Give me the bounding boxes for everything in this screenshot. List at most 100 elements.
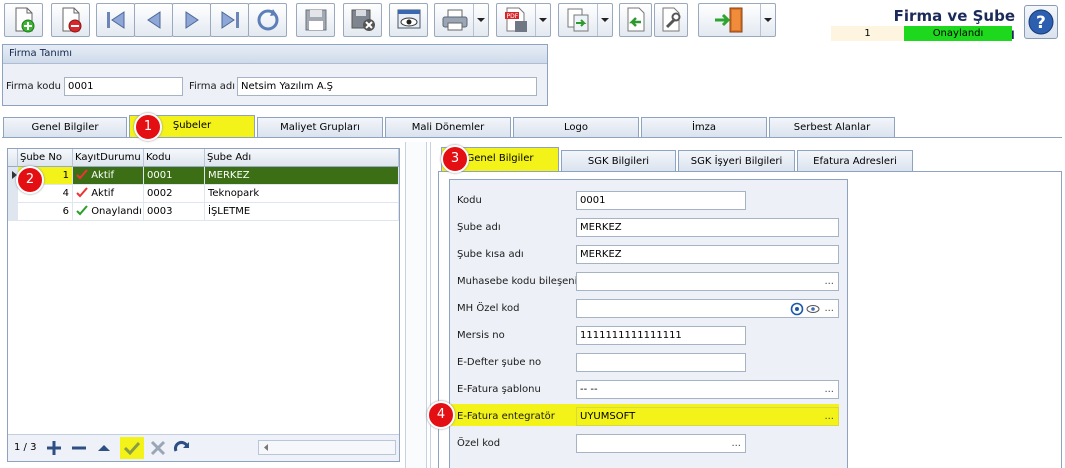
print-dropdown-arrow[interactable] bbox=[473, 4, 488, 36]
print-button[interactable] bbox=[434, 3, 489, 37]
header-sube-no[interactable]: Şube No bbox=[18, 149, 73, 167]
efatura-entegrator-input[interactable]: UYUMSOFT ... bbox=[576, 407, 839, 426]
panel-splitter[interactable] bbox=[405, 142, 427, 468]
save-button[interactable] bbox=[296, 3, 335, 37]
mh-ozel-kod-input[interactable]: ... bbox=[576, 299, 839, 318]
firma-code-input[interactable]: 0001 bbox=[64, 77, 183, 96]
first-record-button[interactable] bbox=[96, 3, 135, 37]
table-row-1-status[interactable]: Aktif bbox=[73, 167, 144, 185]
tab-logo[interactable]: Logo bbox=[513, 117, 639, 138]
confirm-edit-icon[interactable] bbox=[120, 437, 144, 459]
back-button[interactable] bbox=[619, 3, 652, 37]
delete-doc-icon bbox=[62, 7, 81, 33]
remove-row-icon[interactable] bbox=[71, 440, 87, 456]
move-up-icon[interactable] bbox=[96, 440, 112, 456]
ellipsis-button[interactable]: ... bbox=[824, 408, 834, 425]
check-red-icon bbox=[76, 187, 88, 198]
at-sign-icon[interactable] bbox=[790, 302, 804, 316]
table-row-3-no[interactable]: 6 bbox=[18, 203, 73, 221]
new-button[interactable] bbox=[4, 3, 43, 37]
record-counter: 1 / 3 bbox=[14, 442, 37, 453]
table-row-1-code[interactable]: 0001 bbox=[144, 167, 205, 185]
scroll-left-icon bbox=[264, 444, 268, 451]
edefter-sube-no-label: E-Defter şube no bbox=[457, 357, 542, 368]
tab-mali-donemler[interactable]: Mali Dönemler bbox=[385, 117, 511, 138]
ozel-kod-input[interactable]: ... bbox=[576, 434, 746, 453]
table-row-2-code[interactable]: 0002 bbox=[144, 185, 205, 203]
status-text: Aktif bbox=[91, 188, 115, 199]
exit-button[interactable] bbox=[698, 3, 776, 37]
mersis-no-input[interactable]: 1111111111111111 bbox=[576, 326, 746, 345]
header-kodu[interactable]: Kodu bbox=[144, 149, 205, 167]
pdf-export-button[interactable]: PDF bbox=[496, 3, 551, 37]
pdf-dropdown-arrow[interactable] bbox=[535, 4, 550, 36]
help-button[interactable]: ? bbox=[1024, 5, 1058, 39]
ellipsis-button[interactable]: ... bbox=[731, 435, 741, 452]
cancel-edit-icon[interactable] bbox=[150, 440, 166, 456]
tools-icon bbox=[662, 7, 681, 32]
table-row-2-status[interactable]: Aktif bbox=[73, 185, 144, 203]
sube-adi-input[interactable]: MERKEZ bbox=[576, 218, 839, 237]
tab-maliyet-gruplari[interactable]: Maliyet Grupları bbox=[257, 117, 383, 138]
kodu-input[interactable]: 0001 bbox=[576, 191, 746, 210]
prev-record-button[interactable] bbox=[134, 3, 173, 37]
firma-panel: Firma Tanımı bbox=[2, 44, 548, 106]
svg-text:PDF: PDF bbox=[507, 13, 519, 20]
grid-horizontal-scrollbar[interactable] bbox=[258, 440, 396, 455]
table-row-2-name[interactable]: Teknopark bbox=[205, 185, 399, 203]
add-row-icon[interactable] bbox=[46, 440, 62, 456]
row-indicator-header bbox=[8, 149, 18, 167]
mersis-no-label: Mersis no bbox=[457, 330, 505, 341]
status-number: 1 bbox=[831, 26, 904, 41]
edefter-sube-no-input[interactable] bbox=[576, 353, 746, 372]
ellipsis-button[interactable]: ... bbox=[824, 273, 834, 290]
view-eye-icon[interactable] bbox=[806, 302, 820, 316]
step-badge-4: 4 bbox=[427, 401, 455, 429]
kodu-label: Kodu bbox=[457, 195, 482, 206]
back-icon bbox=[627, 7, 644, 32]
step-badge-2: 2 bbox=[16, 166, 44, 194]
last-record-icon bbox=[221, 11, 239, 29]
tab-imza[interactable]: İmza bbox=[641, 117, 767, 138]
tools-button[interactable] bbox=[654, 3, 688, 37]
header-sube-adi[interactable]: Şube Adı bbox=[205, 149, 399, 167]
refresh-button[interactable] bbox=[248, 3, 287, 37]
delete-button[interactable] bbox=[51, 3, 90, 37]
preview-button[interactable] bbox=[389, 3, 428, 37]
row-indicator bbox=[8, 203, 18, 221]
table-row-3-name[interactable]: İŞLETME bbox=[205, 203, 399, 221]
export-dropdown-arrow[interactable] bbox=[597, 4, 612, 36]
table-row-1-name[interactable]: MERKEZ bbox=[205, 167, 399, 185]
header-kayit-durumu[interactable]: KayıtDurumu bbox=[73, 149, 144, 167]
next-record-icon bbox=[185, 11, 199, 29]
new-doc-icon bbox=[15, 7, 34, 33]
table-row-3-status[interactable]: Onaylandı bbox=[73, 203, 144, 221]
export-button[interactable] bbox=[558, 3, 613, 37]
efatura-sablonu-value: -- -- bbox=[580, 384, 598, 395]
firma-panel-title: Firma Tanımı bbox=[3, 45, 547, 64]
save-close-button[interactable] bbox=[343, 3, 382, 37]
efatura-entegrator-value: UYUMSOFT bbox=[580, 411, 636, 422]
ozel-kod-label: Özel kod bbox=[457, 438, 501, 449]
firma-name-label: Firma adı bbox=[189, 81, 236, 92]
exit-dropdown-arrow[interactable] bbox=[760, 4, 775, 36]
subtab-efatura-adresleri[interactable]: Efatura Adresleri bbox=[797, 150, 913, 172]
efatura-sablonu-input[interactable]: -- -- ... bbox=[576, 380, 839, 399]
ellipsis-button[interactable]: ... bbox=[824, 300, 834, 317]
next-record-button[interactable] bbox=[172, 3, 211, 37]
subtab-sgk-isyeri-bilgileri[interactable]: SGK İşyeri Bilgileri bbox=[678, 150, 795, 172]
table-row-3-code[interactable]: 0003 bbox=[144, 203, 205, 221]
sube-kisa-adi-input[interactable]: MERKEZ bbox=[576, 245, 839, 264]
ellipsis-button[interactable]: ... bbox=[824, 381, 834, 398]
firma-name-input[interactable]: Netsim Yazılım A.Ş bbox=[237, 77, 537, 96]
muhasebe-kodu-input[interactable]: ... bbox=[576, 272, 839, 291]
refresh-grid-icon[interactable] bbox=[173, 440, 189, 456]
preview-icon bbox=[397, 9, 420, 29]
first-record-icon bbox=[106, 11, 124, 29]
subtab-sgk-bilgileri[interactable]: SGK Bilgileri bbox=[561, 150, 676, 172]
last-record-button[interactable] bbox=[210, 3, 249, 37]
step-badge-3: 3 bbox=[441, 145, 469, 173]
tab-genel-bilgiler[interactable]: Genel Bilgiler bbox=[3, 117, 127, 138]
tab-serbest-alanlar[interactable]: Serbest Alanlar bbox=[769, 117, 895, 138]
muhasebe-kodu-label: Muhasebe kodu bileşeni bbox=[457, 276, 578, 287]
